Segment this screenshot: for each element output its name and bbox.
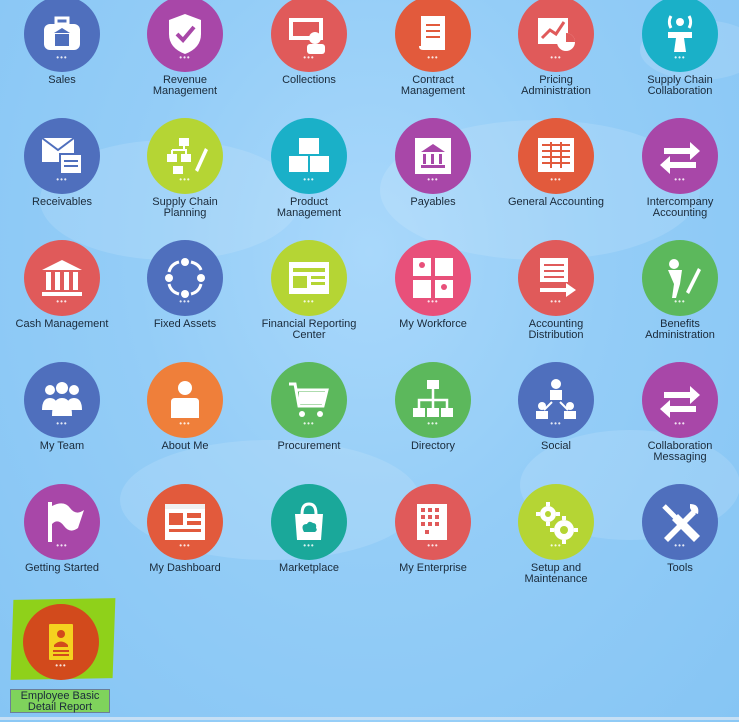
tile-label: Directory	[410, 440, 455, 452]
tile-label: Collaboration Messaging	[647, 440, 713, 463]
tile-label: About Me	[161, 440, 209, 452]
more-dots: •••	[303, 541, 315, 550]
more-dots: •••	[55, 661, 67, 670]
tile-tools[interactable]: ••• Tools	[618, 484, 739, 602]
tile-accounting-distribution[interactable]: ••• Accounting Distribution	[494, 240, 618, 358]
tile-cash-management[interactable]: ••• Cash Management	[0, 240, 124, 358]
tile-label: Tools	[667, 562, 693, 574]
more-dots: •••	[674, 175, 686, 184]
more-dots: •••	[674, 53, 686, 62]
more-dots: •••	[179, 419, 191, 428]
more-dots: •••	[550, 53, 562, 62]
tile-label: Collections	[282, 74, 336, 86]
more-dots: •••	[303, 175, 315, 184]
more-dots: •••	[550, 419, 562, 428]
tile-supply-chain-planning[interactable]: ••• Supply Chain Planning	[123, 118, 247, 236]
tile-label: Marketplace	[279, 562, 339, 574]
tile-label: Revenue Management	[152, 74, 218, 97]
tile-setup-and-maintenance[interactable]: ••• Setup and Maintenance	[494, 484, 618, 602]
tile-label: Payables	[410, 196, 456, 208]
tile-contract-management[interactable]: ••• Contract Management	[371, 0, 495, 114]
tile-my-enterprise[interactable]: ••• My Enterprise	[371, 484, 495, 602]
tile-supply-chain-collaboration[interactable]: ••• Supply Chain Collaboration	[618, 0, 739, 114]
tile-about-me[interactable]: ••• About Me	[123, 362, 247, 480]
tile-payables[interactable]: ••• Payables	[371, 118, 495, 236]
tile-label: Setup and Maintenance	[524, 562, 588, 585]
tile-label: Procurement	[277, 440, 341, 452]
more-dots: •••	[674, 297, 686, 306]
more-dots: •••	[56, 53, 68, 62]
tile-label: Contract Management	[400, 74, 466, 97]
more-dots: •••	[303, 297, 315, 306]
tile-marketplace[interactable]: ••• Marketplace	[247, 484, 371, 602]
more-dots: •••	[427, 541, 439, 550]
more-dots: •••	[427, 175, 439, 184]
tile-label: My Dashboard	[149, 562, 221, 574]
more-dots: •••	[56, 175, 68, 184]
more-dots: •••	[179, 541, 191, 550]
more-dots: •••	[674, 419, 686, 428]
tile-my-workforce[interactable]: ••• My Workforce	[371, 240, 495, 358]
more-dots: •••	[427, 53, 439, 62]
more-dots: •••	[550, 541, 562, 550]
tile-pricing-administration[interactable]: ••• Pricing Administration	[494, 0, 618, 114]
tile-revenue-management[interactable]: ••• Revenue Management	[123, 0, 247, 114]
tile-receivables[interactable]: ••• Receivables	[0, 118, 124, 236]
tile-label: Intercompany Accounting	[646, 196, 714, 219]
tile-collaboration-messaging[interactable]: ••• Collaboration Messaging	[618, 362, 739, 480]
tile-financial-reporting-center[interactable]: ••• Financial Reporting Center	[247, 240, 371, 358]
tile-fixed-assets[interactable]: ••• Fixed Assets	[123, 240, 247, 358]
more-dots: •••	[550, 297, 562, 306]
tile-label: Getting Started	[25, 562, 99, 574]
tile-label: Benefits Administration	[645, 318, 715, 341]
more-dots: •••	[674, 541, 686, 550]
more-dots: •••	[56, 541, 68, 550]
tile-label: Cash Management	[15, 318, 109, 330]
tile-my-dashboard[interactable]: ••• My Dashboard	[123, 484, 247, 602]
tile-label: My Team	[39, 440, 85, 452]
tile-product-management[interactable]: ••• Product Management	[247, 118, 371, 236]
tile-label: Social	[541, 440, 571, 452]
tile-procurement[interactable]: ••• Procurement	[247, 362, 371, 480]
tile-label: Accounting Distribution	[528, 318, 584, 341]
tile-label: General Accounting	[507, 196, 604, 208]
tile-intercompany-accounting[interactable]: ••• Intercompany Accounting	[618, 118, 739, 236]
more-dots: •••	[179, 297, 191, 306]
tile-label: Pricing Administration	[521, 74, 591, 97]
tile-getting-started[interactable]: ••• Getting Started	[0, 484, 124, 602]
tile-label: Employee Basic Detail Report	[10, 689, 110, 713]
tile-label: Supply Chain Collaboration	[647, 74, 713, 97]
more-dots: •••	[56, 297, 68, 306]
more-dots: •••	[427, 297, 439, 306]
tile-collections[interactable]: ••• Collections	[247, 0, 371, 114]
tile-label: Supply Chain Planning	[152, 196, 218, 219]
tile-directory[interactable]: ••• Directory	[371, 362, 495, 480]
tile-label: My Workforce	[399, 318, 467, 330]
tile-general-accounting[interactable]: ••• General Accounting	[494, 118, 618, 236]
more-dots: •••	[550, 175, 562, 184]
tile-social[interactable]: ••• Social	[494, 362, 618, 480]
more-dots: •••	[427, 419, 439, 428]
more-dots: •••	[179, 53, 191, 62]
tile-label: Fixed Assets	[153, 318, 217, 330]
tile-label: Sales	[48, 74, 76, 86]
more-dots: •••	[303, 419, 315, 428]
tile-benefits-administration[interactable]: ••• Benefits Administration	[618, 240, 739, 358]
tile-sales[interactable]: ••• Sales	[0, 0, 124, 114]
more-dots: •••	[56, 419, 68, 428]
tile-my-team[interactable]: ••• My Team	[0, 362, 124, 480]
tile-label: My Enterprise	[399, 562, 467, 574]
tile-label: Receivables	[32, 196, 92, 208]
tile-label: Financial Reporting Center	[261, 318, 357, 341]
more-dots: •••	[303, 53, 315, 62]
more-dots: •••	[179, 175, 191, 184]
tile-label: Product Management	[276, 196, 342, 219]
